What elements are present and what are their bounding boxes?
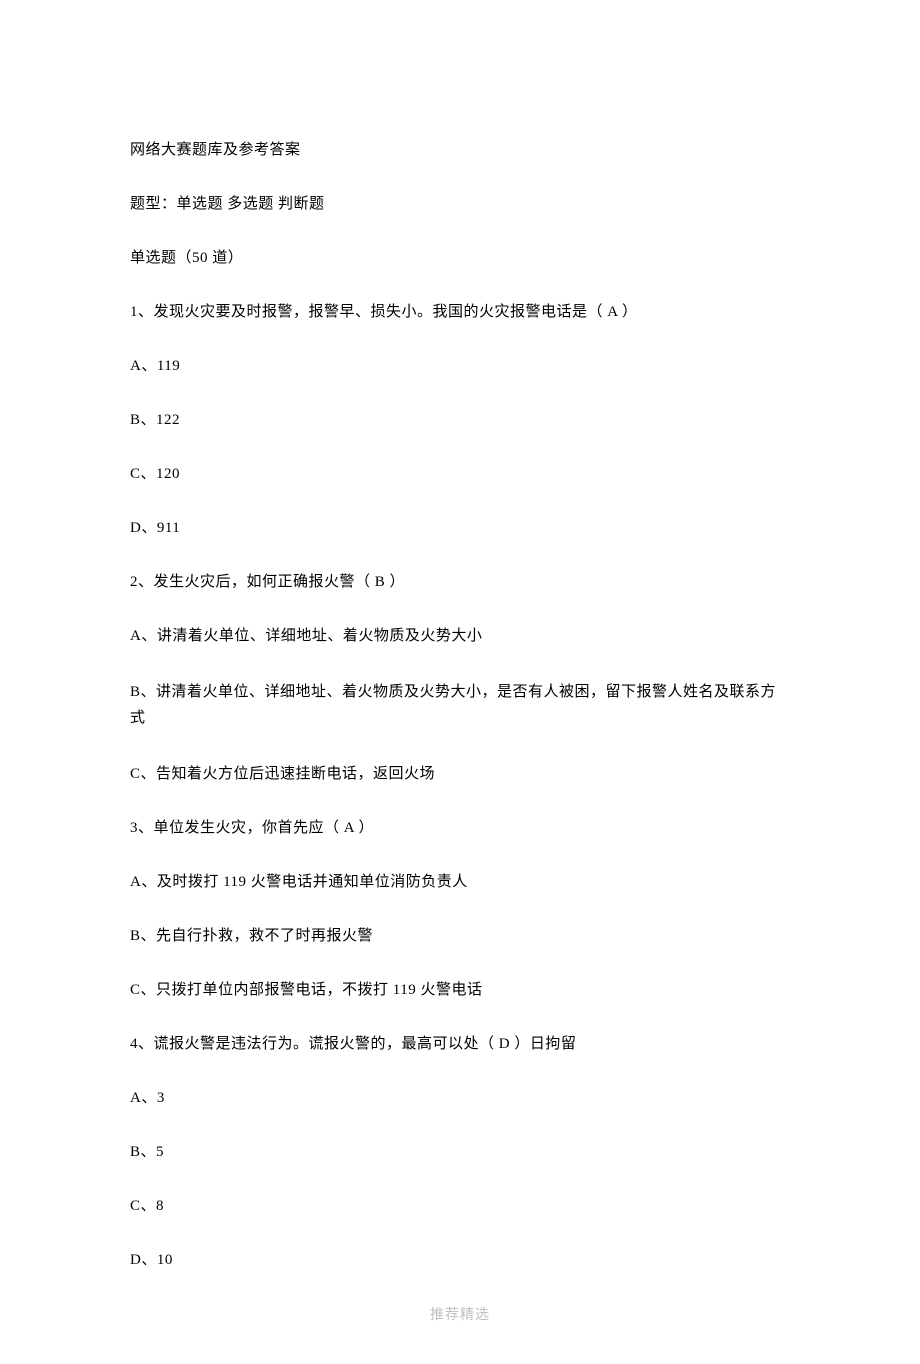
question-1-text: 1、发现火灾要及时报警，报警早、损失小。我国的火灾报警电话是（ A ） [130, 302, 790, 323]
document-title: 网络大赛题库及参考答案 [130, 140, 790, 161]
question-3-option-a: A、及时拨打 119 火警电话并通知单位消防负责人 [130, 872, 790, 893]
question-1-option-c: C、120 [130, 464, 790, 485]
question-4-text: 4、谎报火警是违法行为。谎报火警的，最高可以处（ D ）日拘留 [130, 1034, 790, 1055]
question-1-option-d: D、911 [130, 518, 790, 539]
section-heading: 单选题（50 道） [130, 248, 790, 269]
document-page: 网络大赛题库及参考答案 题型：单选题 多选题 判断题 单选题（50 道） 1、发… [0, 0, 920, 1364]
question-4-option-c: C、8 [130, 1196, 790, 1217]
page-footer: 推荐精选 [0, 1304, 920, 1324]
question-4-option-b: B、5 [130, 1142, 790, 1163]
question-2-option-b: B、讲清着火单位、详细地址、着火物质及火势大小，是否有人被困，留下报警人姓名及联… [130, 680, 790, 731]
question-2-option-a: A、讲清着火单位、详细地址、着火物质及火势大小 [130, 626, 790, 647]
question-2-option-c: C、告知着火方位后迅速挂断电话，返回火场 [130, 764, 790, 785]
question-3-text: 3、单位发生火灾，你首先应（ A ） [130, 818, 790, 839]
question-4-option-d: D、10 [130, 1250, 790, 1271]
question-types-line: 题型：单选题 多选题 判断题 [130, 194, 790, 215]
question-2-text: 2、发生火灾后，如何正确报火警（ B ） [130, 572, 790, 593]
question-3-option-b: B、先自行扑救，救不了时再报火警 [130, 926, 790, 947]
question-1-option-a: A、119 [130, 356, 790, 377]
question-4-option-a: A、3 [130, 1088, 790, 1109]
question-1-option-b: B、122 [130, 410, 790, 431]
question-3-option-c: C、只拨打单位内部报警电话，不拨打 119 火警电话 [130, 980, 790, 1001]
